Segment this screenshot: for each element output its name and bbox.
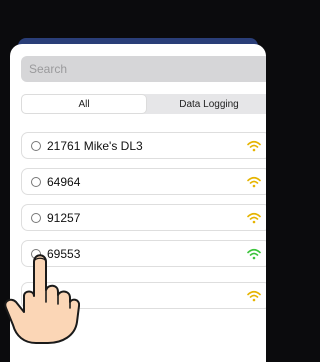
device-row[interactable]: 91257 (21, 204, 266, 231)
wifi-signal-icon (247, 176, 261, 187)
wifi-signal-icon (247, 140, 261, 151)
device-name: 64964 (47, 174, 81, 189)
wifi-signal-icon (247, 290, 261, 301)
pointing-hand-icon (4, 254, 80, 344)
device-row[interactable]: 21761 Mike's DL3 (21, 132, 266, 159)
radio-button[interactable] (31, 212, 41, 223)
tab-all[interactable]: All (22, 95, 146, 113)
filter-segmented-control: All Data Logging (21, 94, 266, 114)
wifi-signal-icon (247, 248, 261, 259)
device-name: 91257 (47, 210, 81, 225)
device-name: 21761 Mike's DL3 (47, 138, 143, 153)
wifi-signal-icon (247, 212, 261, 223)
search-input[interactable] (21, 56, 266, 82)
device-row[interactable]: 64964 (21, 168, 266, 195)
tab-data-logging[interactable]: Data Logging (147, 94, 266, 114)
radio-button[interactable] (31, 140, 41, 151)
radio-button[interactable] (31, 176, 41, 187)
